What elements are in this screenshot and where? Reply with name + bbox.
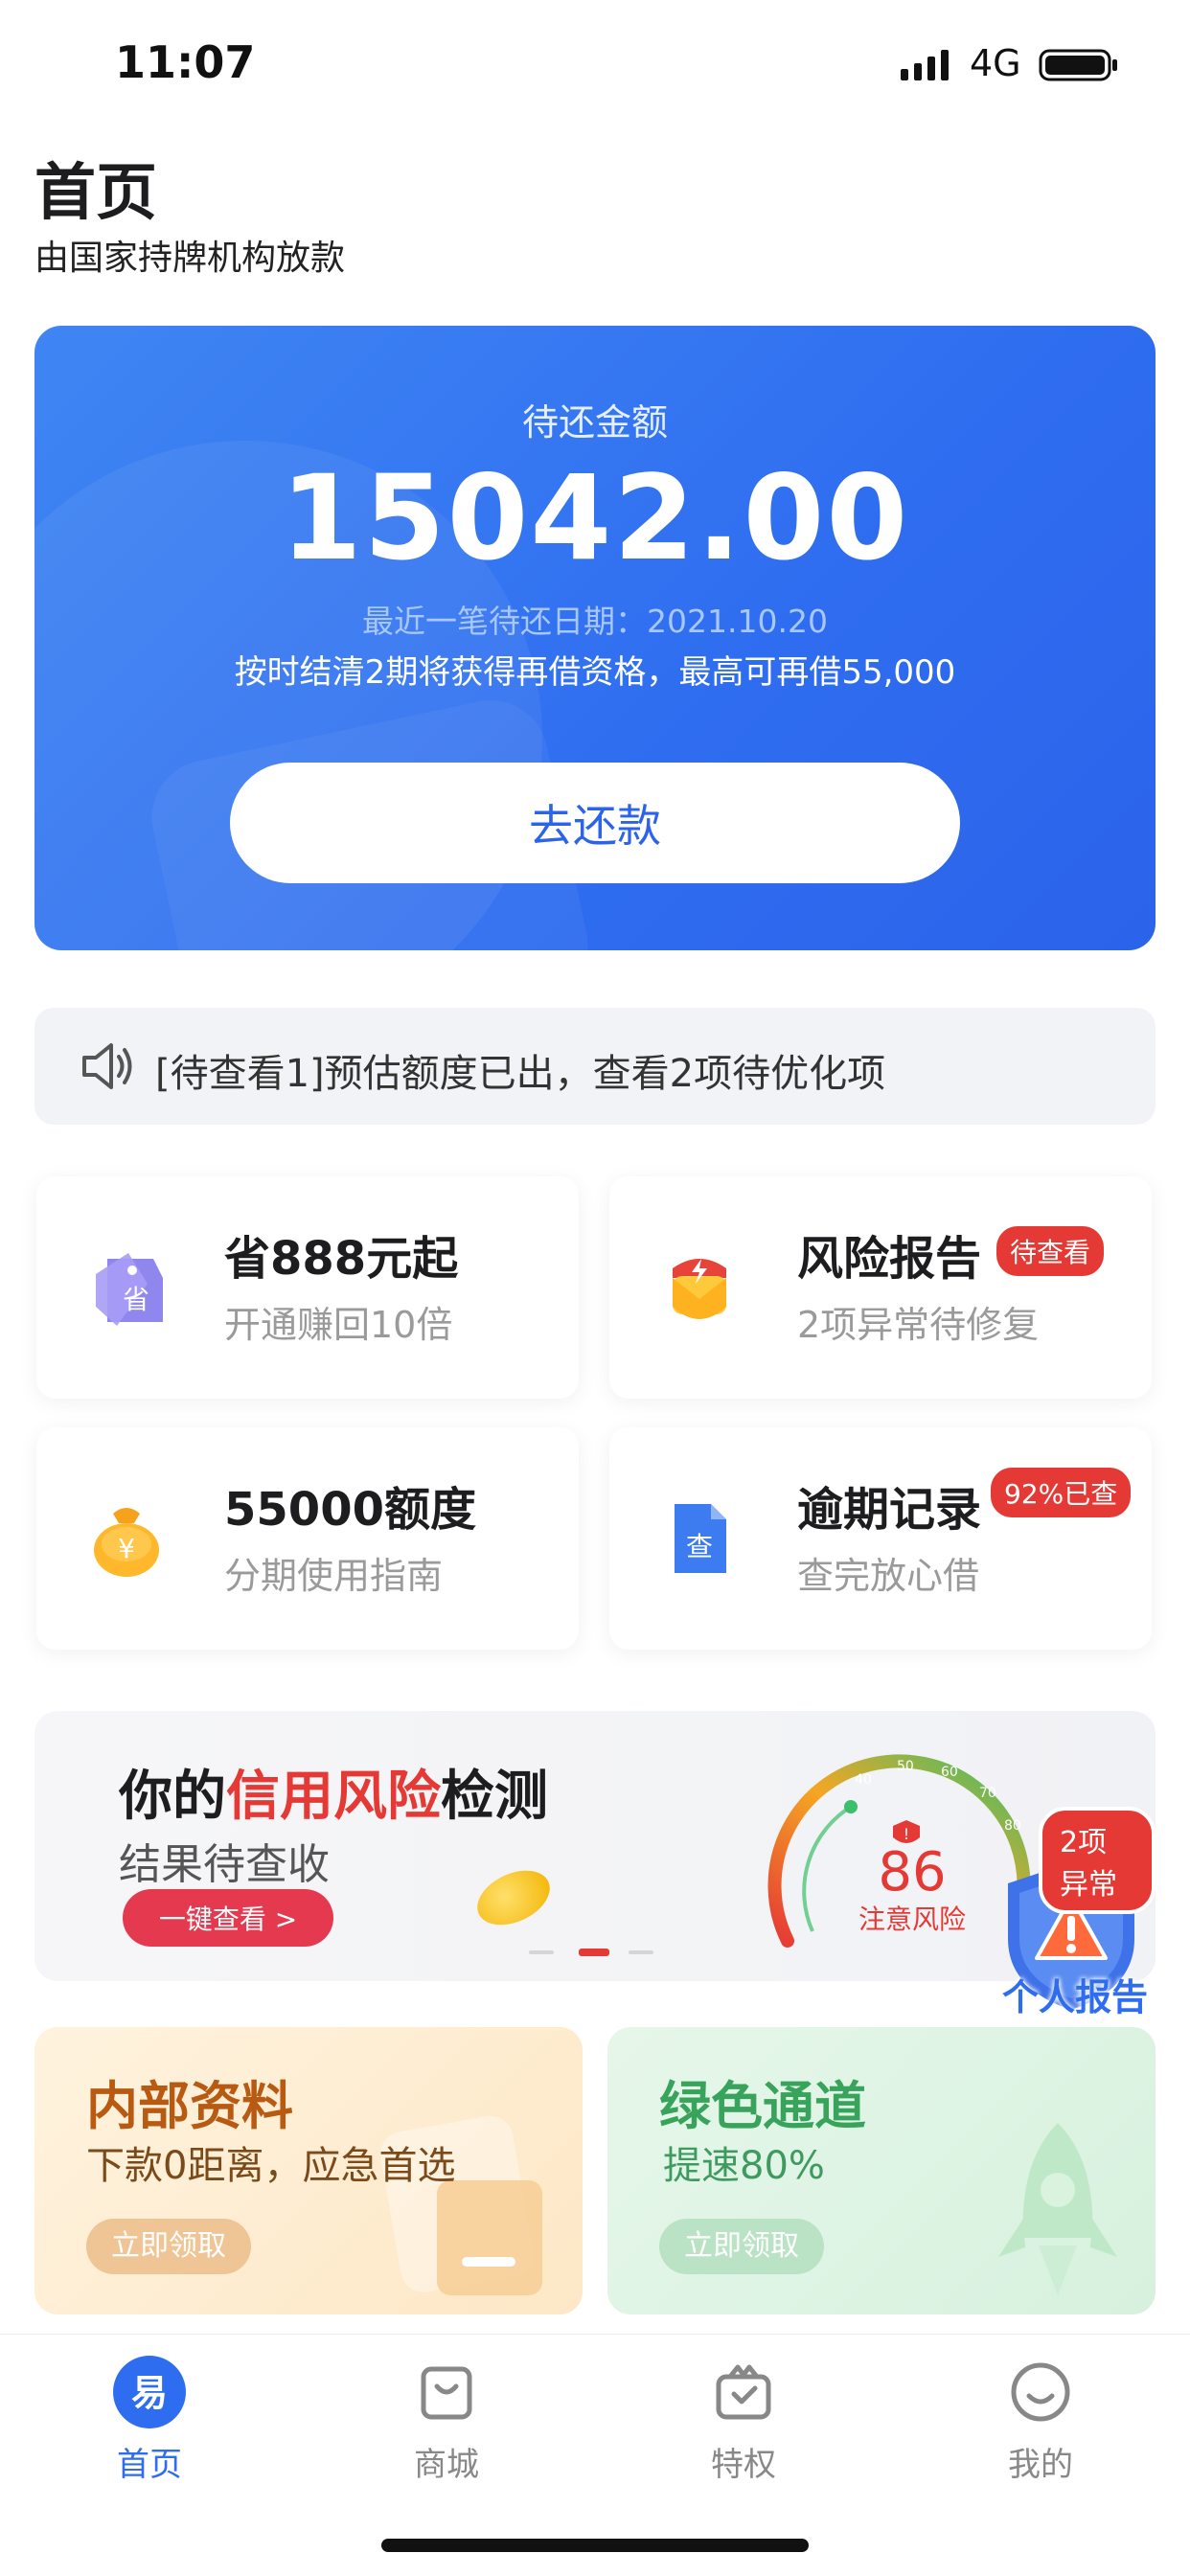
- feature-title: 逾期记录: [797, 1483, 982, 1537]
- pending-tag: 待查看: [996, 1226, 1105, 1276]
- tab-label: 我的: [1008, 2446, 1073, 2484]
- page-subtitle: 由国家持牌机构放款: [34, 239, 346, 278]
- carousel-indicator: [529, 1949, 653, 1956]
- gauge-tick-50: 50: [897, 1759, 914, 1774]
- risk-banner-subtitle: 结果待查收: [119, 1840, 330, 1889]
- gauge-tick-80: 80: [1004, 1818, 1021, 1834]
- tab-label: 商城: [414, 2446, 479, 2484]
- feature-title: 55000额度: [224, 1483, 476, 1537]
- checked-percent-tag: 92%已查: [991, 1468, 1132, 1517]
- feature-card-save[interactable]: 省 省888元起 开通赚回10倍: [36, 1176, 579, 1399]
- feature-title: 省888元起: [224, 1232, 459, 1286]
- home-logo-glyph: 易: [131, 2372, 168, 2414]
- title-highlight: 信用风险: [226, 1766, 441, 1828]
- notice-text: [待查看1]预估额度已出，查看2项待优化项: [155, 1052, 886, 1096]
- document-check-icon: 查: [675, 1504, 726, 1573]
- promo-title: 绿色通道: [659, 2076, 866, 2136]
- personal-report-label[interactable]: 个人报告: [979, 1968, 1171, 2020]
- rocket-icon: [998, 2123, 1117, 2295]
- risk-shield-icon: [673, 1259, 726, 1319]
- feature-title: 风险报告: [797, 1232, 982, 1286]
- tab-privilege[interactable]: 特权: [648, 2354, 839, 2497]
- document-decoration-icon: [379, 2115, 542, 2295]
- claim-now-button[interactable]: 立即领取: [86, 2219, 251, 2274]
- feature-card-quota[interactable]: ¥ 55000额度 分期使用指南: [36, 1427, 579, 1650]
- repay-button[interactable]: 去还款: [230, 763, 960, 883]
- feature-card-overdue-record[interactable]: 查 逾期记录 92%已查 查完放心借: [609, 1427, 1152, 1650]
- save-tag-icon: 省: [96, 1253, 163, 1326]
- shopping-bag-icon: [421, 2366, 472, 2420]
- promo-card-internal-data[interactable]: 内部资料 下款0距离，应急首选 立即领取: [34, 2027, 583, 2314]
- promo-subtitle: 下款0距离，应急首选: [86, 2144, 456, 2188]
- tab-label: 特权: [711, 2446, 776, 2484]
- promo-card-green-channel[interactable]: 绿色通道 提速80% 立即领取: [607, 2027, 1156, 2314]
- save-icon-glyph: 省: [123, 1284, 149, 1315]
- promo-subtitle: 提速80%: [663, 2144, 825, 2188]
- network-type: 4G: [970, 42, 1021, 84]
- cellular-signal-icon: [901, 50, 949, 80]
- gauge-tick-60: 60: [941, 1765, 958, 1780]
- title-suffix: 检测: [441, 1766, 548, 1828]
- amount-label: 待还金额: [521, 401, 668, 444]
- home-indicator[interactable]: [381, 2539, 809, 2552]
- gauge-tick-70: 70: [979, 1786, 996, 1801]
- money-bag-icon: ¥: [94, 1508, 159, 1577]
- battery-icon: [1039, 49, 1117, 81]
- credit-risk-banner[interactable]: 你的信用风险检测 结果待查收 一键查看 > 40 50 60 70 80 ! 8…: [34, 1711, 1156, 2018]
- feature-subtitle: 查完放心借: [797, 1555, 980, 1597]
- risk-score: 86: [878, 1841, 947, 1904]
- repayment-card: 待还金额 15042.00 最近一笔待还日期：2021.10.20 按时结清2期…: [34, 326, 1156, 950]
- title-prefix: 你的: [119, 1766, 226, 1828]
- page-title: 首页: [34, 158, 157, 229]
- status-time: 11:07: [115, 36, 256, 88]
- view-now-button[interactable]: 一键查看 >: [123, 1889, 333, 1947]
- claim-now-button[interactable]: 立即领取: [659, 2219, 824, 2274]
- smile-icon: [1011, 2362, 1070, 2422]
- due-date: 最近一笔待还日期：2021.10.20: [362, 603, 828, 640]
- anomaly-badge: 2项异常: [1039, 1807, 1156, 1914]
- home-logo-icon: 易: [113, 2356, 186, 2428]
- feature-subtitle: 开通赚回10倍: [224, 1304, 453, 1346]
- tab-mall[interactable]: 商城: [351, 2354, 542, 2497]
- tab-label: 首页: [117, 2446, 182, 2484]
- privilege-icon: [716, 2364, 771, 2420]
- reborrow-tip: 按时结清2期将获得再借资格，最高可再借55,000: [234, 653, 956, 692]
- promo-title: 内部资料: [86, 2076, 293, 2136]
- doc-icon-glyph: 查: [686, 1531, 713, 1562]
- notice-bar[interactable]: [待查看1]预估额度已出，查看2项待优化项: [34, 1008, 1156, 1125]
- tab-home[interactable]: 易 首页: [54, 2354, 245, 2497]
- speaker-icon: [82, 1043, 132, 1089]
- tab-mine[interactable]: 我的: [945, 2354, 1136, 2497]
- feature-subtitle: 2项异常待修复: [797, 1304, 1040, 1346]
- risk-score-label: 注意风险: [858, 1904, 966, 1935]
- risk-banner-title: 你的信用风险检测: [119, 1753, 548, 1831]
- gold-coin-decoration: [469, 1859, 559, 1936]
- feature-card-risk-report[interactable]: 风险报告 待查看 2项异常待修复: [609, 1176, 1152, 1399]
- amount-value: 15042.00: [280, 450, 910, 586]
- feature-subtitle: 分期使用指南: [224, 1555, 444, 1597]
- money-icon-glyph: ¥: [118, 1533, 135, 1564]
- gauge-tick-40: 40: [855, 1772, 872, 1788]
